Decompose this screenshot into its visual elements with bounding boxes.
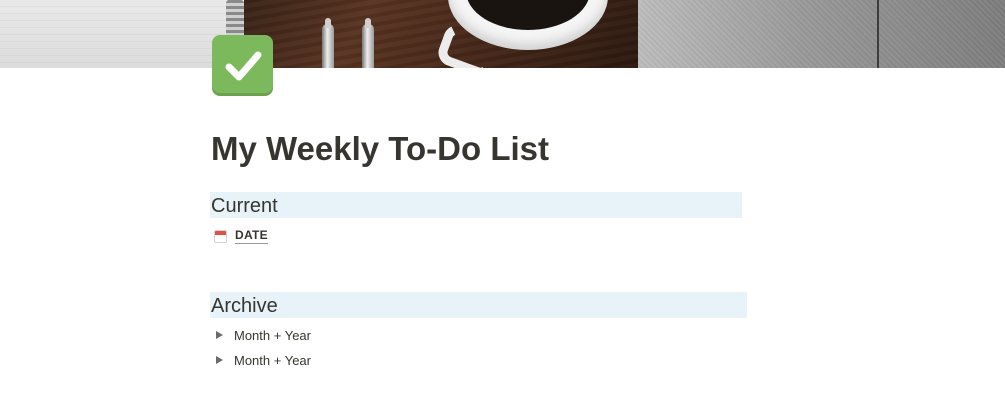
date-property-label: DATE <box>235 228 268 244</box>
page-title[interactable]: My Weekly To-Do List <box>211 128 549 170</box>
calendar-icon <box>214 229 227 243</box>
archive-toggle[interactable]: Month + Year <box>214 324 311 346</box>
toggle-label: Month + Year <box>234 352 311 368</box>
toggle-triangle-icon[interactable] <box>216 331 223 339</box>
check-mark-button-icon[interactable] <box>212 35 273 96</box>
page-cover-image[interactable] <box>0 0 1005 68</box>
cover-notebook-paper <box>0 0 232 68</box>
archive-toggle[interactable]: Month + Year <box>214 349 311 371</box>
toggle-label: Month + Year <box>234 327 311 343</box>
cover-gray-surface <box>638 0 1005 68</box>
toggle-triangle-icon[interactable] <box>216 356 223 364</box>
date-property[interactable]: DATE <box>214 227 268 245</box>
cover-pen <box>322 18 334 68</box>
cover-pen <box>362 18 374 68</box>
heading-current[interactable]: Current <box>210 192 742 218</box>
heading-archive[interactable]: Archive <box>210 292 747 318</box>
